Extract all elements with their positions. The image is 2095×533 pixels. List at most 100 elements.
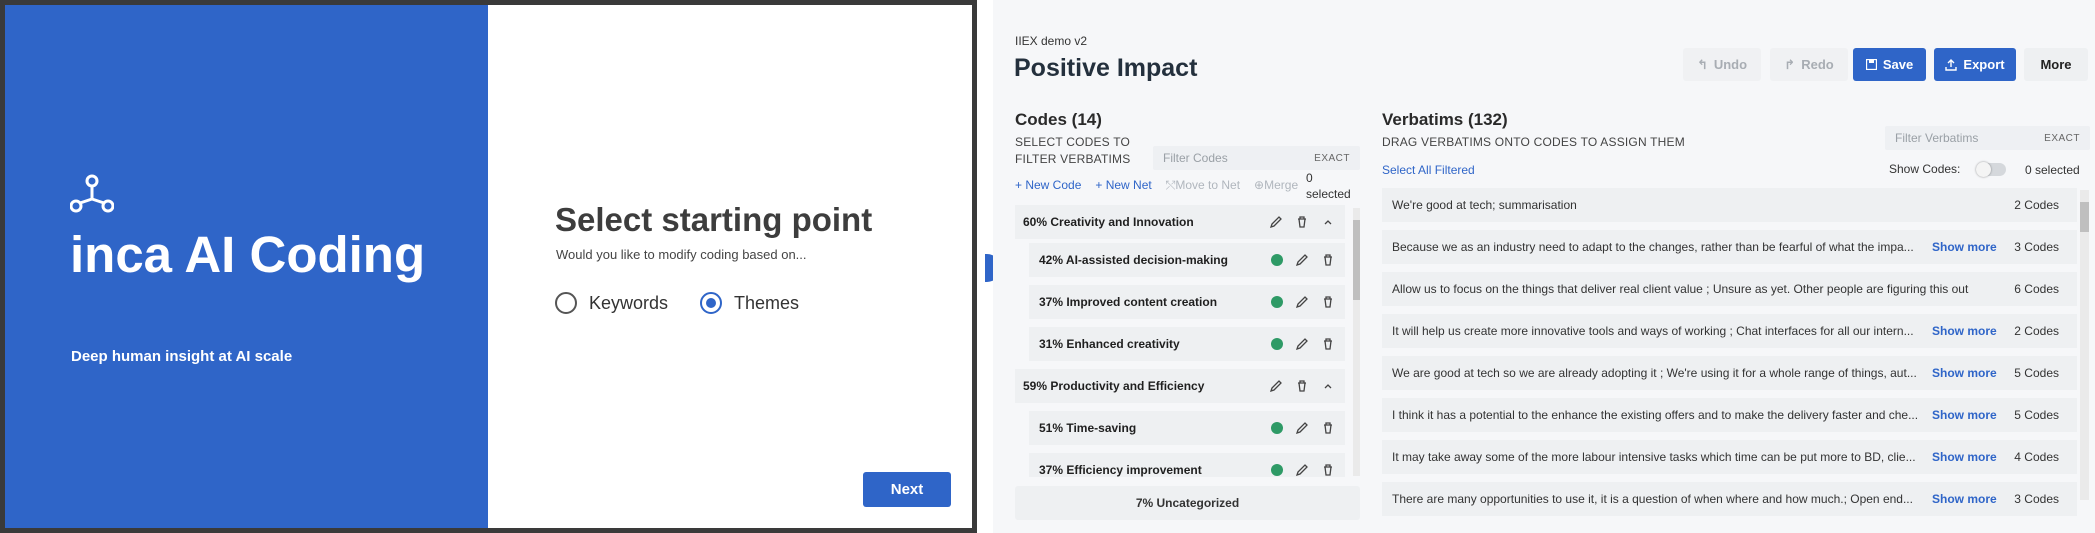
new-code-button[interactable]: + New Code	[1015, 178, 1081, 193]
brand-title: inca AI Coding	[70, 226, 426, 283]
filter-codes-placeholder: Filter Codes	[1163, 151, 1228, 165]
edit-icon[interactable]	[1295, 253, 1309, 267]
edit-icon[interactable]	[1295, 295, 1309, 309]
code-row[interactable]: 37% Improved content creation	[1029, 285, 1345, 319]
verbatim-codes-count: 6 Codes	[2014, 282, 2059, 296]
move-to-net-button[interactable]: ⤲Move to Net	[1166, 178, 1240, 193]
trash-icon[interactable]	[1295, 379, 1309, 393]
merge-label: Merge	[1264, 178, 1299, 192]
new-net-button[interactable]: + New Net	[1095, 178, 1151, 193]
verbatim-row[interactable]: It may take away some of the more labour…	[1382, 440, 2077, 474]
code-label: 51% Time-saving	[1039, 421, 1137, 435]
verbatims-exact-toggle[interactable]: EXACT	[2044, 133, 2080, 144]
verbatim-codes-count: 5 Codes	[2014, 366, 2059, 380]
verbatims-scroll-thumb[interactable]	[2080, 202, 2089, 232]
more-button[interactable]: More	[2024, 48, 2088, 81]
trash-icon[interactable]	[1321, 421, 1335, 435]
radio-themes[interactable]	[700, 292, 723, 314]
code-net-row[interactable]: 59% Productivity and Efficiency	[1015, 369, 1345, 403]
verbatim-text: We are good at tech so we are already ad…	[1392, 366, 1917, 380]
option-themes[interactable]: Themes	[700, 292, 799, 314]
verbatim-row[interactable]: I think it has a potential to the enhanc…	[1382, 398, 2077, 432]
verbatims-scrollbar[interactable]	[2080, 190, 2089, 500]
choice-pane: Select starting point Would you like to …	[488, 5, 972, 528]
edit-icon[interactable]	[1295, 463, 1309, 477]
show-codes-toggle[interactable]	[1976, 161, 2007, 177]
filter-codes-input[interactable]: Filter Codes EXACT	[1153, 146, 1360, 170]
dialog: inca AI Coding Deep human insight at AI …	[5, 5, 972, 528]
code-color-dot	[1271, 338, 1283, 350]
network-logo-icon	[70, 174, 114, 213]
export-icon	[1945, 58, 1958, 71]
merge-button[interactable]: ⊕Merge	[1254, 178, 1298, 193]
trash-icon[interactable]	[1321, 463, 1335, 477]
select-all-filtered-link[interactable]: Select All Filtered	[1382, 163, 1475, 177]
trash-icon[interactable]	[1295, 215, 1309, 229]
save-button[interactable]: Save	[1853, 48, 1926, 81]
move-to-net-label: Move to Net	[1175, 178, 1241, 192]
verbatims-selected-count: 0 selected	[2025, 163, 2080, 177]
option-keywords[interactable]: Keywords	[555, 292, 668, 314]
code-label: 59% Productivity and Efficiency	[1023, 379, 1205, 393]
show-more-link[interactable]: Show more	[1932, 240, 1997, 254]
undo-icon: ↰	[1696, 56, 1708, 72]
codes-selected-count: 0 selected	[1306, 170, 1356, 202]
code-label: 31% Enhanced creativity	[1039, 337, 1180, 351]
codes-scroll-thumb[interactable]	[1353, 220, 1360, 300]
verbatim-row[interactable]: Because we as an industry need to adapt …	[1382, 230, 2077, 264]
code-row[interactable]: 37% Efficiency improvement	[1029, 453, 1345, 477]
dialog-window: inca AI Coding Deep human insight at AI …	[0, 0, 977, 533]
verbatim-row[interactable]: We are good at tech so we are already ad…	[1382, 356, 2077, 390]
code-row[interactable]: 51% Time-saving	[1029, 411, 1345, 445]
starting-point-options: Keywords Themes	[555, 292, 819, 314]
code-row[interactable]: 42% AI-assisted decision-making	[1029, 243, 1345, 277]
codes-exact-toggle[interactable]: EXACT	[1314, 153, 1350, 164]
trash-icon[interactable]	[1321, 295, 1335, 309]
verbatim-row[interactable]: Allow us to focus on the things that del…	[1382, 272, 2077, 306]
next-button[interactable]: Next	[863, 472, 951, 507]
edit-icon[interactable]	[1295, 337, 1309, 351]
show-more-link[interactable]: Show more	[1932, 408, 1997, 422]
show-more-link[interactable]: Show more	[1932, 324, 1997, 338]
verbatim-row[interactable]: It will help us create more innovative t…	[1382, 314, 2077, 348]
edit-icon[interactable]	[1295, 421, 1309, 435]
codes-scrollbar[interactable]	[1353, 208, 1360, 476]
show-more-link[interactable]: Show more	[1932, 450, 1997, 464]
dialog-heading: Select starting point	[555, 201, 873, 238]
verbatim-text: Allow us to focus on the things that del…	[1392, 282, 1969, 296]
redo-icon: ↱	[1784, 56, 1796, 72]
code-color-dot	[1271, 464, 1283, 476]
verbatim-text: I think it has a potential to the enhanc…	[1392, 408, 1919, 422]
edit-icon[interactable]	[1269, 215, 1283, 229]
radio-keywords[interactable]	[555, 292, 577, 314]
export-button[interactable]: Export	[1934, 48, 2016, 81]
uncategorized-row[interactable]: 7% Uncategorized	[1015, 486, 1360, 520]
trash-icon[interactable]	[1321, 253, 1335, 267]
row-icons	[1269, 215, 1335, 229]
verbatim-row[interactable]: There are many opportunities to use it, …	[1382, 482, 2077, 516]
code-color-dot	[1271, 254, 1283, 266]
chevron-up-icon[interactable]	[1321, 379, 1335, 393]
move-icon: ⤲	[1165, 178, 1176, 192]
redo-button[interactable]: ↱ Redo	[1770, 48, 1848, 81]
show-more-link[interactable]: Show more	[1932, 366, 1997, 380]
brand-tagline: Deep human insight at AI scale	[71, 348, 293, 365]
filter-verbatims-input[interactable]: Filter Verbatims EXACT	[1885, 126, 2090, 150]
code-row[interactable]: 31% Enhanced creativity	[1029, 327, 1345, 361]
app-header: IIEX demo v2 Positive Impact ↰ Undo ↱ Re…	[993, 0, 2095, 92]
undo-label: Undo	[1713, 57, 1748, 72]
trash-icon[interactable]	[1321, 337, 1335, 351]
screen: inca AI Coding Deep human insight at AI …	[0, 0, 2095, 533]
edit-icon[interactable]	[1269, 379, 1283, 393]
coding-app: IIEX demo v2 Positive Impact ↰ Undo ↱ Re…	[993, 0, 2095, 533]
code-net-row[interactable]: 60% Creativity and Innovation	[1015, 205, 1345, 239]
row-icons	[1271, 253, 1335, 267]
option-keywords-label: Keywords	[589, 292, 669, 313]
codes-selected-number: 0	[1306, 171, 1313, 185]
verbatim-row[interactable]: We're good at tech; summarisation 2 Code…	[1382, 188, 2077, 222]
chevron-up-icon[interactable]	[1321, 215, 1335, 229]
show-more-link[interactable]: Show more	[1932, 492, 1997, 506]
filter-verbatims-placeholder: Filter Verbatims	[1895, 131, 1979, 145]
undo-button[interactable]: ↰ Undo	[1683, 48, 1761, 81]
merge-icon: ⊕	[1254, 178, 1265, 192]
